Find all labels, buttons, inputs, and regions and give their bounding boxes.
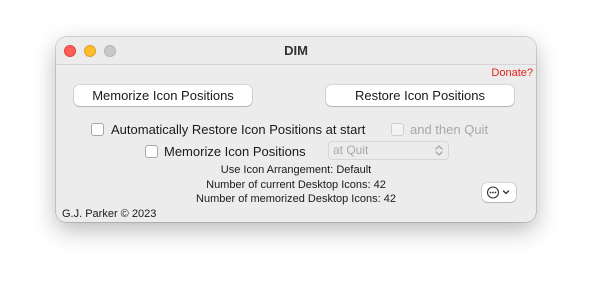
then-quit-checkbox[interactable] <box>391 123 404 136</box>
donate-link[interactable]: Donate? <box>491 67 533 79</box>
memorized-icons-count: Number of memorized Desktop Icons: 42 <box>196 193 396 205</box>
chevron-up-down-icon <box>435 145 443 156</box>
memorize-when-value: at Quit <box>333 143 369 157</box>
memorize-positions-button[interactable]: Memorize Icon Positions <box>74 85 252 106</box>
memorize-when-popup[interactable]: at Quit <box>328 141 449 160</box>
dim-window: DIM Donate? Memorize Icon Positions Rest… <box>56 37 536 222</box>
ellipsis-circle-icon <box>486 186 510 199</box>
window-title: DIM <box>284 43 308 58</box>
auto-restore-label[interactable]: Automatically Restore Icon Positions at … <box>111 122 365 137</box>
title-bar[interactable]: DIM <box>56 37 536 65</box>
memorize-label[interactable]: Memorize Icon Positions <box>164 144 306 159</box>
auto-restore-checkbox[interactable] <box>91 123 104 136</box>
current-icons-count: Number of current Desktop Icons: 42 <box>206 179 386 191</box>
action-menu-button[interactable] <box>482 183 516 202</box>
arrangement-info: Use Icon Arrangement: Default <box>220 164 372 176</box>
copyright-footer: G.J. Parker © 2023 <box>62 208 157 220</box>
then-quit-label: and then Quit <box>410 122 489 137</box>
restore-positions-button[interactable]: Restore Icon Positions <box>326 85 514 106</box>
memorize-checkbox[interactable] <box>145 145 158 158</box>
